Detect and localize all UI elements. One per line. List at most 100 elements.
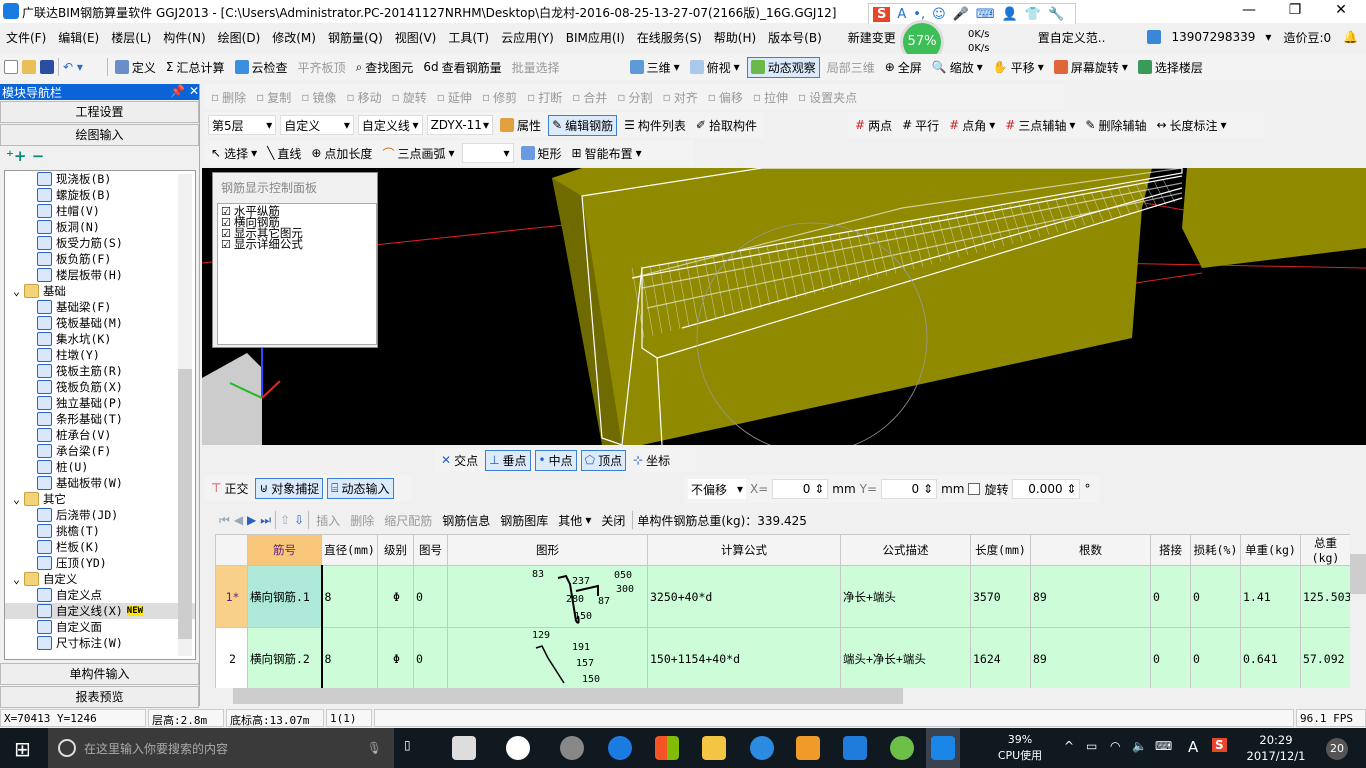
file-explorer-icon[interactable] [702, 736, 726, 760]
table-cell[interactable]: 125.503 [1300, 565, 1350, 628]
table-row[interactable]: 2 横向钢筋.2 8 Φ 0 129 191 157 150 150+1154+40*d 端头+净长… [215, 627, 1350, 688]
column-header[interactable]: 筋号 [247, 534, 322, 566]
menu-rebar[interactable]: 钢筋量(Q) [322, 29, 389, 46]
screen-rotate-button[interactable]: 屏幕旋转 ▾ [1051, 58, 1131, 77]
table-cell[interactable]: 0 [1150, 627, 1191, 688]
drawing-input-button[interactable]: 绘图输入 [0, 124, 199, 146]
rebar-info-button[interactable]: 钢筋信息 [439, 511, 493, 530]
keyboard-icon[interactable]: ⌨ [976, 7, 995, 22]
table-cell[interactable]: 横向钢筋.1 [247, 565, 322, 628]
table-cell[interactable]: 1624 [970, 627, 1031, 688]
app-fan-icon[interactable] [452, 736, 476, 760]
edit-tool-button[interactable]: ▫ 延伸 [434, 88, 475, 107]
line-button[interactable]: ╲ 直线 [264, 144, 304, 163]
tree-item[interactable]: ⌄ 自定义 [5, 571, 195, 587]
menu-component[interactable]: 构件(N) [157, 29, 211, 46]
chevron-down-icon[interactable]: ⌄ [13, 492, 20, 506]
tree-item[interactable]: 条形基础(T) [5, 411, 195, 427]
active-app-slot[interactable] [926, 728, 960, 768]
define-button[interactable]: 定义 [112, 58, 159, 77]
single-component-input-button[interactable]: 单构件输入 [0, 663, 199, 685]
edit-tool-button[interactable]: ▫ 旋转 [389, 88, 430, 107]
menu-draw[interactable]: 绘图(D) [212, 29, 267, 46]
dynamic-input-button[interactable]: ⌸ 动态输入 [327, 477, 394, 499]
edit-tool-button[interactable]: ▫ 分割 [614, 88, 655, 107]
delete-row-button[interactable]: 删除 [347, 511, 377, 530]
pan-button[interactable]: ✋ 平移 ▾ [990, 58, 1047, 77]
three-point-axis-button[interactable]: # 三点辅轴 ▾ [1002, 116, 1078, 135]
edge-icon[interactable] [608, 736, 632, 760]
battery-icon[interactable]: ▭ [1086, 739, 1097, 753]
table-cell[interactable]: 3250+40*d [647, 565, 841, 628]
store-icon[interactable] [655, 736, 679, 760]
tree-item[interactable]: 板负筋(F) [5, 251, 195, 267]
scale-rebar-button[interactable]: 缩尺配筋 [381, 511, 435, 530]
ie-icon[interactable] [506, 736, 530, 760]
table-cell[interactable]: 净长+端头 [840, 565, 971, 628]
edit-tool-button[interactable]: ▫ 设置夹点 [795, 88, 860, 107]
menu-cloud[interactable]: 云应用(Y) [495, 29, 560, 46]
expand-all-icon[interactable]: ⁺+ [6, 147, 27, 165]
tree-item[interactable]: 楼层板带(H) [5, 267, 195, 283]
menu-edit[interactable]: 编辑(E) [52, 29, 105, 46]
emoji-icon[interactable]: ☺ [932, 7, 946, 22]
column-header[interactable] [215, 534, 248, 566]
column-header[interactable]: 搭接 [1150, 534, 1191, 566]
floor-select[interactable]: 第5层 ▾ [208, 115, 277, 135]
table-cell[interactable]: 8 [320, 565, 378, 628]
table-cell[interactable]: 1* [215, 565, 248, 628]
tree-item[interactable]: 自定义点 [5, 587, 195, 603]
tree-item[interactable]: ⌄ 其它 [5, 491, 195, 507]
sogou-tray-icon[interactable]: S [1212, 738, 1227, 752]
first-record-icon[interactable]: ⏮ [219, 513, 230, 528]
close-icon[interactable]: ✕ [189, 84, 199, 98]
volume-icon[interactable]: 🔈 [1132, 739, 1147, 753]
snap-button[interactable]: ✕ 交点 [438, 451, 481, 470]
notes-app-icon[interactable] [796, 736, 820, 760]
zoom-button[interactable]: 🔍 缩放 ▾ [929, 58, 986, 77]
insert-button[interactable]: 插入 [313, 511, 343, 530]
wrench-icon[interactable]: 🔧 [1048, 7, 1064, 22]
tree-item[interactable]: 自定义线(X) NEW [5, 603, 195, 619]
tree-scrollbar[interactable] [178, 174, 192, 656]
offset-select[interactable]: 不偏移 ▾ [688, 479, 746, 499]
prev-record-icon[interactable]: ◀ [234, 513, 243, 527]
tree-item[interactable]: ⌄ 基础 [5, 283, 195, 299]
tree-item[interactable]: 独立基础(P) [5, 395, 195, 411]
fullscreen-button[interactable]: ⊕ 全屏 [882, 58, 925, 77]
two-point-axis-button[interactable]: # 两点 [852, 116, 895, 135]
move-down-icon[interactable]: ⇩ [294, 513, 304, 527]
tree-item[interactable]: 筏板负筋(X) [5, 379, 195, 395]
table-cell[interactable]: 0 [413, 627, 448, 688]
menu-help[interactable]: 帮助(H) [708, 29, 762, 46]
column-header[interactable]: 图号 [413, 534, 448, 566]
arc-option-select[interactable]: ▾ [461, 143, 514, 163]
maximize-button[interactable]: ❐ [1272, 2, 1318, 22]
tree-item[interactable]: 筏板主筋(R) [5, 363, 195, 379]
minimize-button[interactable]: — [1226, 2, 1272, 22]
point-angle-axis-button[interactable]: # 点角 ▾ [946, 116, 998, 135]
view-rebar-button[interactable]: 6d 查看钢筋量 [420, 58, 504, 77]
chevron-down-icon[interactable]: ⌄ [13, 572, 20, 586]
tree-item[interactable]: 挑檐(T) [5, 523, 195, 539]
task-view-icon[interactable]: ▯ [404, 738, 411, 752]
table-cell[interactable]: 0 [1190, 565, 1241, 628]
edit-tool-button[interactable]: ▫ 对齐 [660, 88, 701, 107]
y-input[interactable]: 0 ⇕ [881, 479, 938, 499]
app-swirl-icon[interactable] [560, 736, 584, 760]
column-header[interactable]: 计算公式 [647, 534, 841, 566]
parallel-axis-button[interactable]: # 平行 [899, 116, 942, 135]
font-icon[interactable]: A [897, 7, 906, 22]
tree-item[interactable]: 板受力筋(S) [5, 235, 195, 251]
edit-tool-button[interactable]: ▫ 合并 [569, 88, 610, 107]
table-cell[interactable]: 89 [1030, 565, 1151, 628]
snap-button[interactable]: • 中点 [534, 449, 577, 471]
tree-item[interactable]: 桩承台(V) [5, 427, 195, 443]
input-mode-icon[interactable]: A [1188, 738, 1198, 756]
windows-start-icon[interactable]: ⊞ [14, 737, 31, 761]
find-element-button[interactable]: ⌕ 查找图元 [353, 58, 417, 77]
menu-online[interactable]: 在线服务(S) [631, 29, 708, 46]
report-preview-button[interactable]: 报表预览 [0, 686, 199, 708]
point-length-button[interactable]: ⊕ 点加长度 [308, 144, 375, 163]
edit-tool-button[interactable]: ▫ 镜像 [298, 88, 339, 107]
